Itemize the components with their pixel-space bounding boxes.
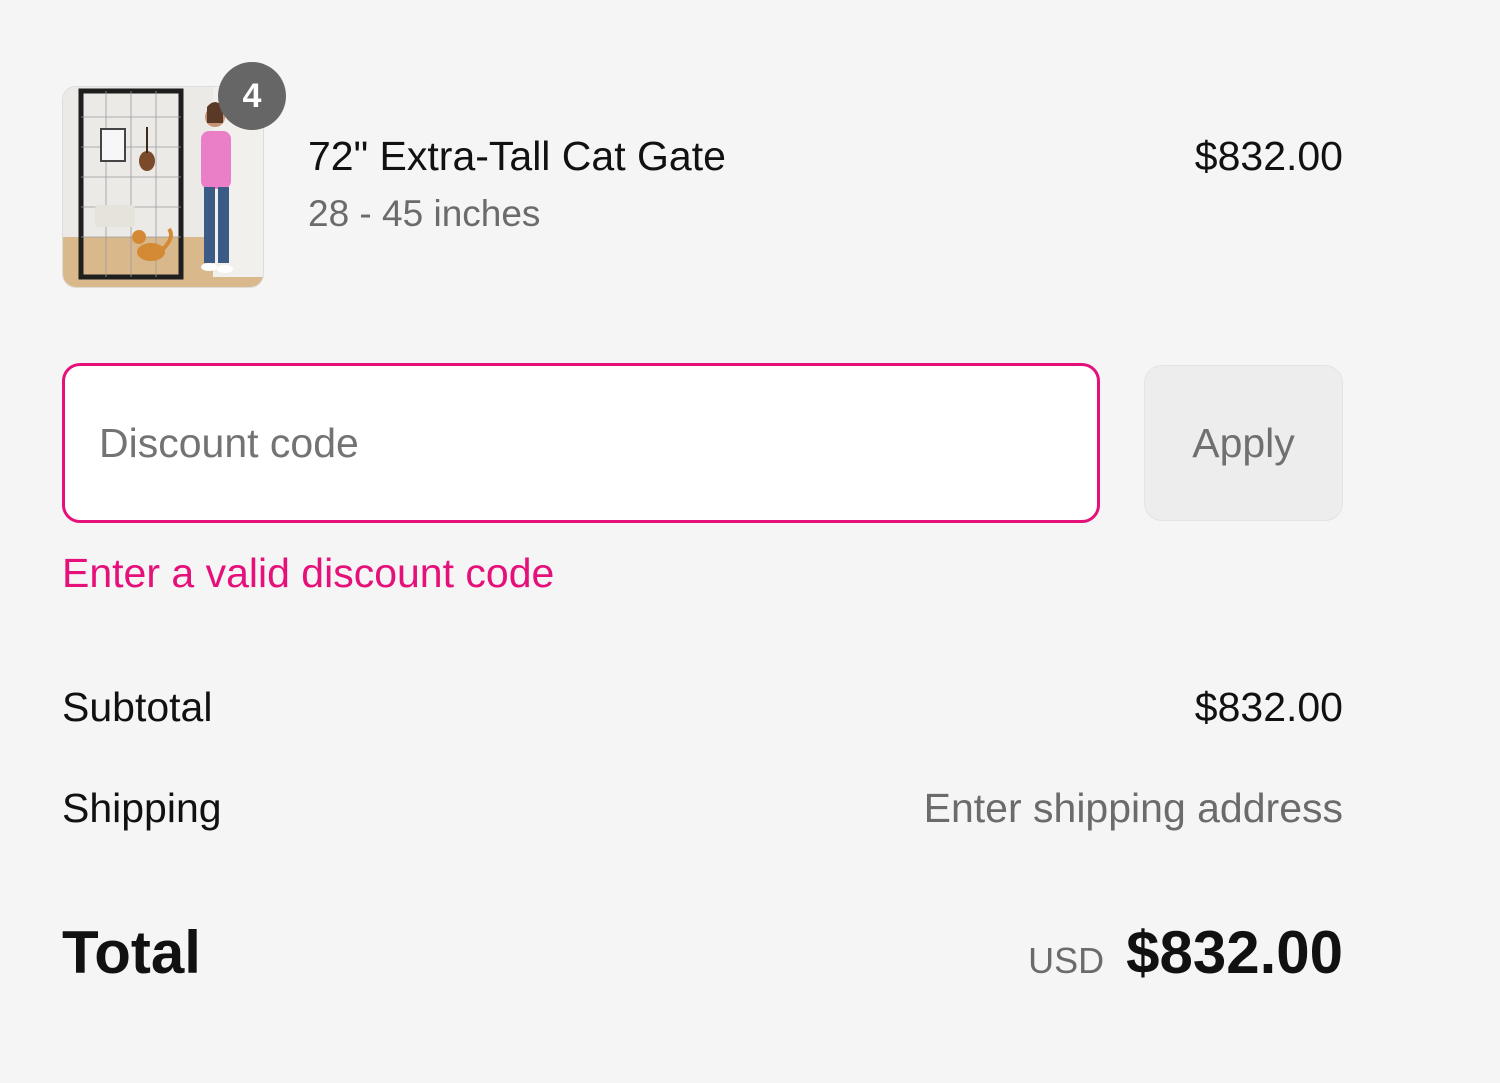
total-label: Total: [62, 919, 201, 986]
product-thumbnail-wrapper: 4: [62, 62, 286, 288]
apply-button[interactable]: Apply: [1144, 365, 1343, 521]
subtotal-value: $832.00: [1194, 684, 1343, 730]
quantity-badge: 4: [218, 62, 286, 130]
total-amount: $832.00: [1126, 919, 1343, 986]
product-price: $832.00: [1194, 133, 1343, 179]
discount-code-input[interactable]: [62, 363, 1100, 523]
shipping-value: Enter shipping address: [923, 785, 1343, 831]
total-value-group: USD $832.00: [1028, 918, 1343, 988]
shipping-label: Shipping: [62, 785, 222, 831]
line-item: 4 72" Extra-Tall Cat Gate 28 - 45 inches…: [62, 62, 1343, 288]
product-info: 72" Extra-Tall Cat Gate 28 - 45 inches: [308, 132, 726, 236]
order-summary: 4 72" Extra-Tall Cat Gate 28 - 45 inches…: [62, 0, 1343, 1083]
total-row: Total USD $832.00: [62, 918, 1343, 988]
product-title: 72" Extra-Tall Cat Gate: [308, 133, 726, 179]
product-variant: 28 - 45 inches: [308, 193, 541, 234]
discount-error-message: Enter a valid discount code: [62, 550, 555, 596]
currency-code: USD: [1028, 940, 1105, 981]
subtotal-label: Subtotal: [62, 684, 213, 730]
